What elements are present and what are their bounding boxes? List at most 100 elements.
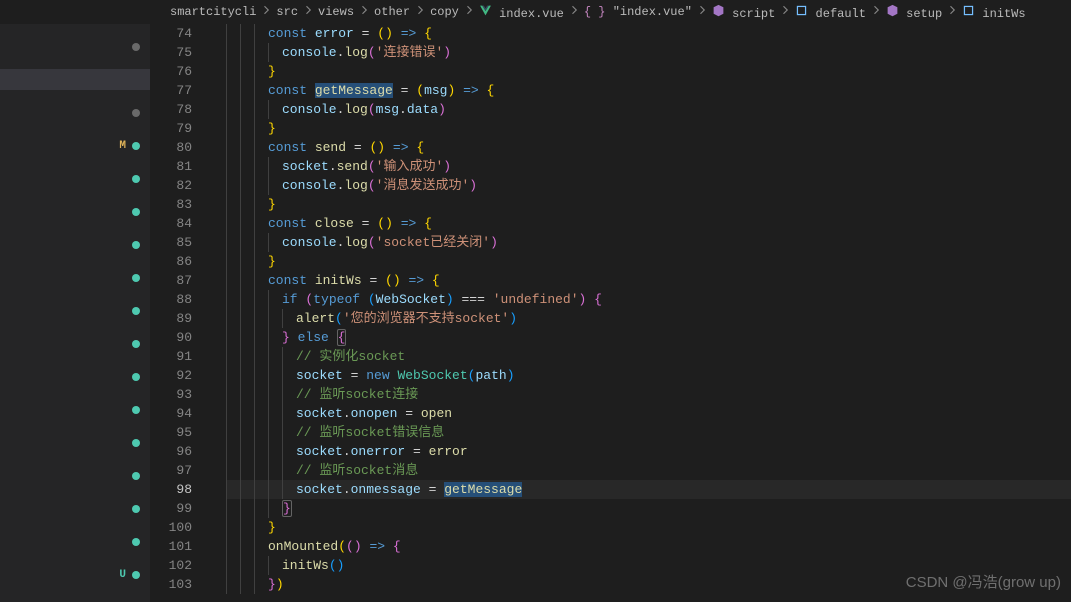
sidebar-file-row[interactable] <box>0 102 150 123</box>
code-line[interactable]: const initWs = () => { <box>226 271 1071 290</box>
sidebar-file-row[interactable] <box>0 36 150 57</box>
indent-guide <box>254 347 255 366</box>
indent-guide <box>254 480 255 499</box>
code-line[interactable]: socket.onopen = open <box>226 404 1071 423</box>
indent-guide <box>226 138 227 157</box>
code-line[interactable]: } <box>226 195 1071 214</box>
sidebar-file-row[interactable] <box>0 498 150 519</box>
code-line[interactable]: socket.onerror = error <box>226 442 1071 461</box>
breadcrumb-segment[interactable]: default <box>795 4 866 21</box>
code-line[interactable]: console.log('连接错误') <box>226 43 1071 62</box>
status-dot-icon <box>132 571 140 579</box>
indent-guide <box>282 461 283 480</box>
code-line[interactable]: alert('您的浏览器不支持socket') <box>226 309 1071 328</box>
breadcrumb-segment[interactable]: views <box>318 5 354 19</box>
status-dot-icon <box>132 109 140 117</box>
code-line[interactable]: } else { <box>226 328 1071 347</box>
indent-guide <box>226 328 227 347</box>
breadcrumb-segment[interactable]: src <box>276 5 298 19</box>
sidebar-file-row[interactable] <box>0 366 150 387</box>
code-line[interactable]: socket = new WebSocket(path) <box>226 366 1071 385</box>
code-line[interactable]: socket.onmessage = getMessage <box>226 480 1071 499</box>
indent-guide <box>268 347 269 366</box>
code-area[interactable]: const error = () => {console.log('连接错误')… <box>210 24 1071 602</box>
code-line[interactable]: socket.send('输入成功') <box>226 157 1071 176</box>
sidebar-file-row[interactable] <box>0 432 150 453</box>
code-line[interactable]: console.log('socket已经关闭') <box>226 233 1071 252</box>
breadcrumb[interactable]: smartcitycli src views other copy index.vue {… <box>0 0 1071 24</box>
cube-icon <box>886 4 899 17</box>
sidebar-file-row[interactable] <box>0 168 150 189</box>
breadcrumb-segment[interactable]: { } "index.vue" <box>584 5 692 19</box>
sidebar-file-row[interactable] <box>0 333 150 354</box>
code-line[interactable]: } <box>226 518 1071 537</box>
code-line[interactable]: } <box>226 62 1071 81</box>
indent-guide <box>268 43 269 62</box>
sidebar-file-row[interactable]: U <box>0 564 150 585</box>
sidebar-file-row[interactable]: M <box>0 135 150 156</box>
sidebar-file-row[interactable] <box>0 69 150 90</box>
sidebar-file-row[interactable] <box>0 300 150 321</box>
indent-guide <box>240 195 241 214</box>
status-dot-icon <box>132 538 140 546</box>
indent-guide <box>226 366 227 385</box>
indent-guide <box>254 404 255 423</box>
code-line[interactable]: console.log(msg.data) <box>226 100 1071 119</box>
box-icon <box>795 4 808 17</box>
breadcrumb-segment[interactable]: initWs <box>962 4 1025 21</box>
breadcrumb-segment[interactable]: copy <box>430 5 459 19</box>
code-line[interactable]: // 监听socket错误信息 <box>226 423 1071 442</box>
breadcrumb-segment[interactable]: other <box>374 5 410 19</box>
code-line[interactable]: // 实例化socket <box>226 347 1071 366</box>
code-line[interactable]: const error = () => { <box>226 24 1071 43</box>
sidebar-file-row[interactable] <box>0 399 150 420</box>
indent-guide <box>282 366 283 385</box>
indent-guide <box>226 62 227 81</box>
indent-guide <box>268 309 269 328</box>
breadcrumb-segment[interactable]: smartcitycli <box>170 5 256 19</box>
code-line[interactable]: const getMessage = (msg) => { <box>226 81 1071 100</box>
code-line[interactable]: const close = () => { <box>226 214 1071 233</box>
file-explorer-sidebar[interactable]: MU <box>0 24 150 602</box>
indent-guide <box>226 404 227 423</box>
indent-guide <box>226 423 227 442</box>
sidebar-file-row[interactable] <box>0 267 150 288</box>
sidebar-file-row[interactable] <box>0 531 150 552</box>
indent-guide <box>268 328 269 347</box>
indent-guide <box>254 100 255 119</box>
line-number: 91 <box>150 347 192 366</box>
line-number: 90 <box>150 328 192 347</box>
indent-guide <box>254 385 255 404</box>
indent-guide <box>240 328 241 347</box>
code-line[interactable]: } <box>226 499 1071 518</box>
cube-icon <box>712 4 725 17</box>
breadcrumb-separator-icon <box>779 4 791 20</box>
line-number: 89 <box>150 309 192 328</box>
indent-guide <box>240 575 241 594</box>
sidebar-file-row[interactable] <box>0 234 150 255</box>
indent-guide <box>254 537 255 556</box>
code-line[interactable]: } <box>226 119 1071 138</box>
code-editor[interactable]: 7475767778798081828384858687888990919293… <box>150 24 1071 602</box>
indent-guide <box>240 81 241 100</box>
breadcrumb-segment[interactable]: index.vue <box>479 4 564 21</box>
code-line[interactable]: // 监听socket消息 <box>226 461 1071 480</box>
line-number: 83 <box>150 195 192 214</box>
line-number: 88 <box>150 290 192 309</box>
sidebar-file-row[interactable] <box>0 465 150 486</box>
code-line[interactable]: // 监听socket连接 <box>226 385 1071 404</box>
code-line[interactable]: } <box>226 252 1071 271</box>
sidebar-file-row[interactable] <box>0 201 150 222</box>
breadcrumb-separator-icon <box>260 4 272 20</box>
code-line[interactable]: console.log('消息发送成功') <box>226 176 1071 195</box>
indent-guide <box>254 233 255 252</box>
code-line[interactable]: const send = () => { <box>226 138 1071 157</box>
code-line[interactable]: if (typeof (WebSocket) === 'undefined') … <box>226 290 1071 309</box>
indent-guide <box>240 404 241 423</box>
line-number: 75 <box>150 43 192 62</box>
indent-guide <box>240 480 241 499</box>
breadcrumb-segment[interactable]: script <box>712 4 775 21</box>
breadcrumb-segment[interactable]: setup <box>886 4 942 21</box>
breadcrumb-separator-icon <box>414 4 426 20</box>
code-line[interactable]: onMounted(() => { <box>226 537 1071 556</box>
